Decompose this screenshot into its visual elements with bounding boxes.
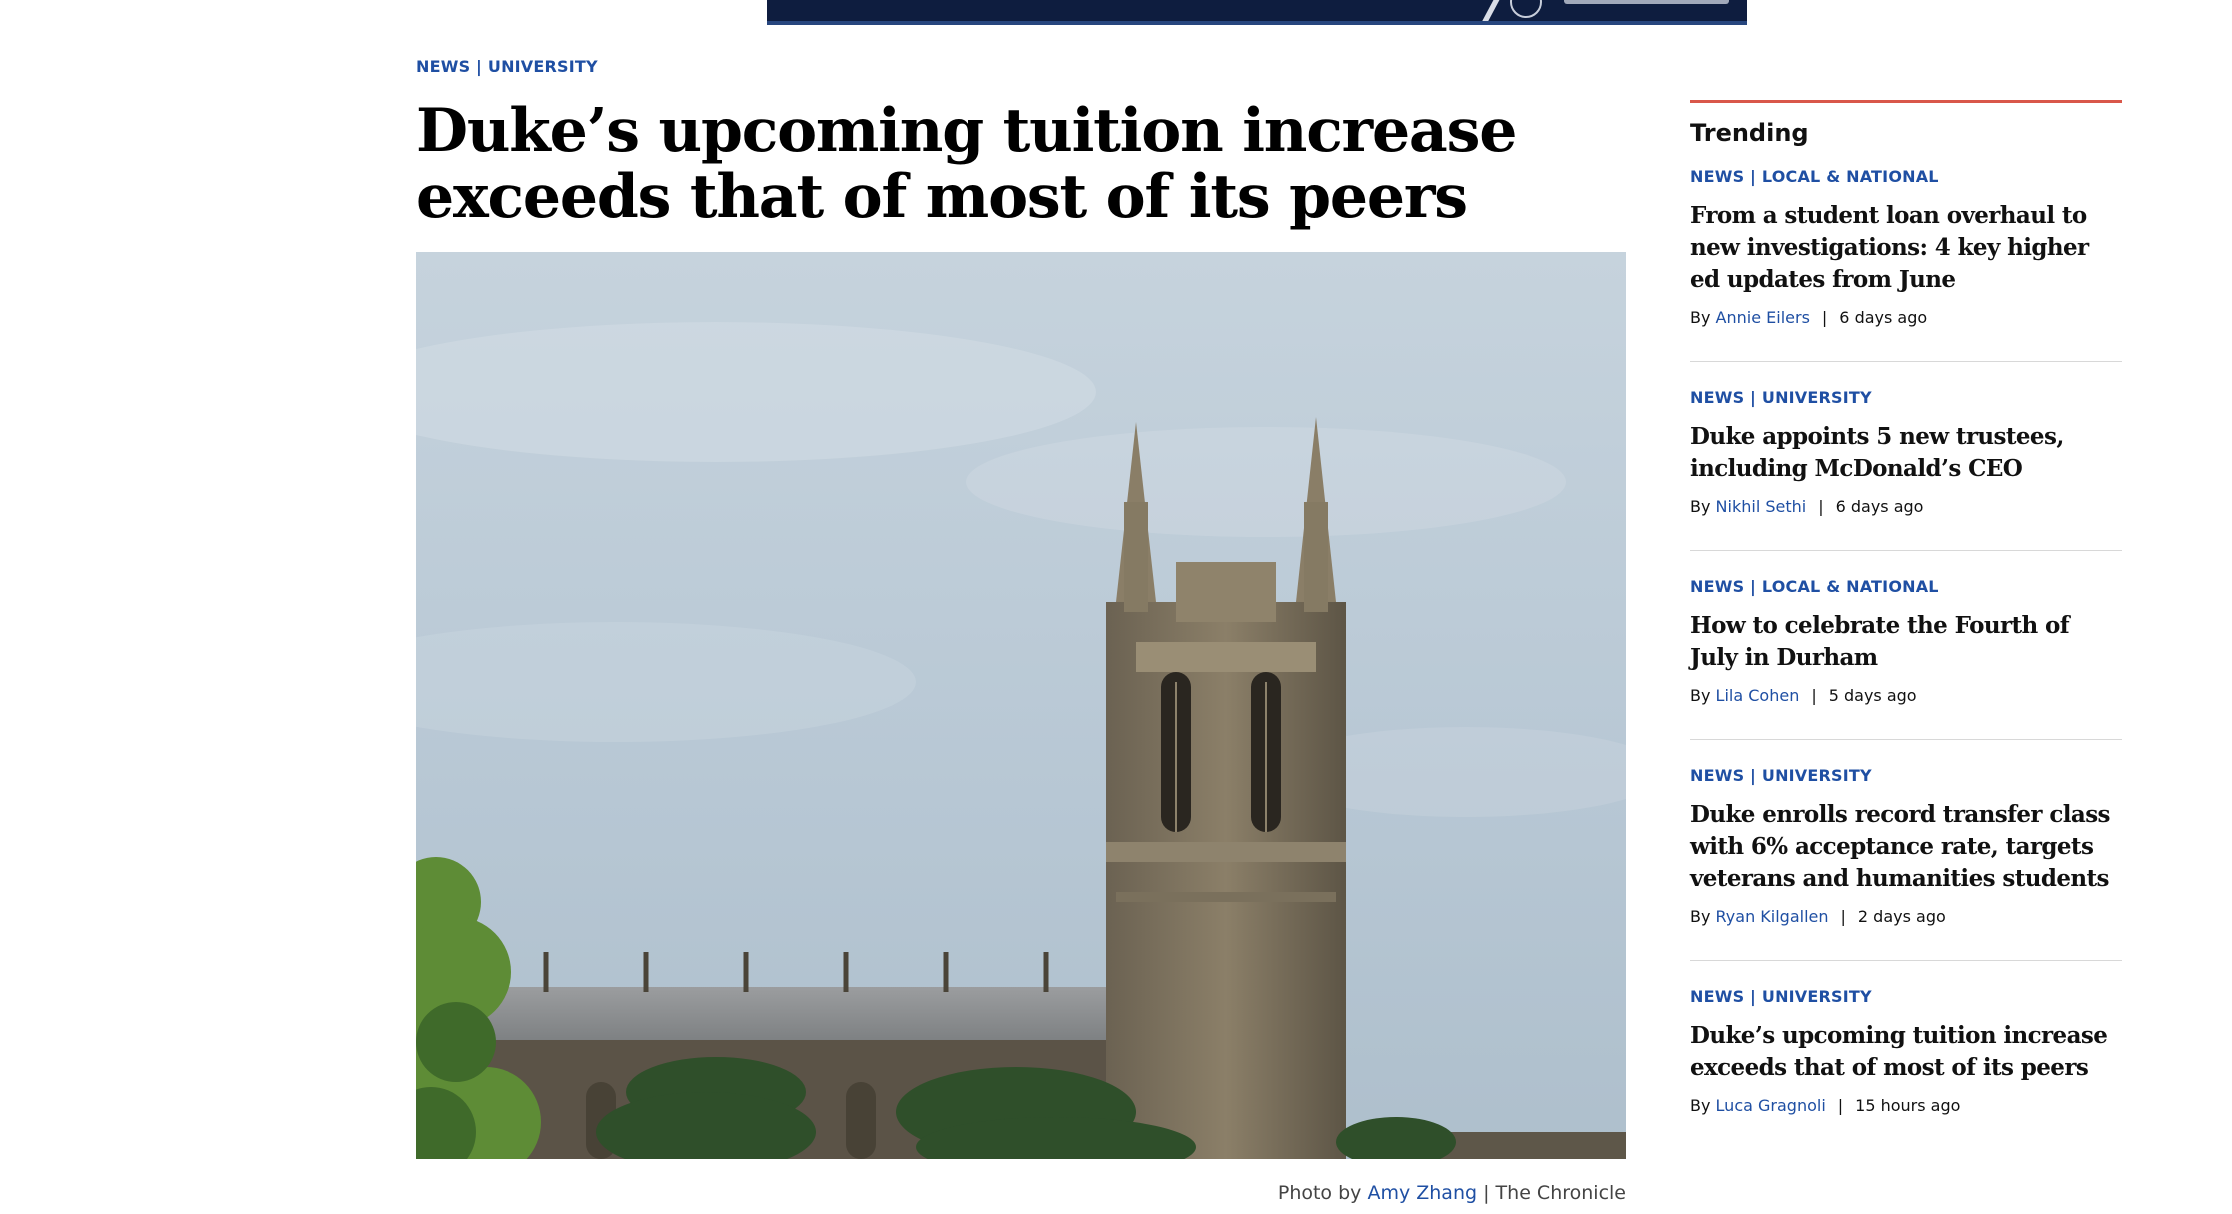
story-category[interactable]: NEWS | UNIVERSITY [1690, 987, 2122, 1006]
story-byline: By Ryan Kilgallen | 2 days ago [1690, 907, 2122, 926]
banner-edge [767, 21, 1747, 25]
byline-separator: | [1811, 686, 1817, 705]
story-time: 15 hours ago [1855, 1096, 1961, 1115]
trending-story: NEWS | LOCAL & NATIONAL How to celebrate… [1690, 551, 2122, 740]
top-ad-banner[interactable] [767, 0, 1747, 25]
story-category[interactable]: NEWS | UNIVERSITY [1690, 388, 2122, 407]
story-headline[interactable]: From a student loan overhaul to new inve… [1690, 200, 2122, 296]
byline-separator: | [1837, 1096, 1844, 1115]
story-category[interactable]: NEWS | UNIVERSITY [1690, 766, 2122, 785]
story-headline[interactable]: Duke enrolls record transfer class with … [1690, 799, 2122, 895]
author-link[interactable]: Nikhil Sethi [1716, 497, 1807, 516]
byline-by: By [1690, 1096, 1711, 1115]
story-time: 5 days ago [1828, 686, 1917, 705]
article-headline: Duke’s upcoming tuition increase exceeds… [416, 96, 1517, 232]
author-link[interactable]: Lila Cohen [1716, 686, 1800, 705]
story-time: 2 days ago [1857, 907, 1946, 926]
photo-caption: Photo by Amy Zhang | The Chronicle [1278, 1182, 1626, 1204]
trending-sidebar: Trending NEWS | LOCAL & NATIONAL From a … [1690, 100, 2122, 1149]
hero-photo [416, 252, 1626, 1159]
story-byline: By Annie Eilers | 6 days ago [1690, 308, 2122, 327]
author-link[interactable]: Luca Gragnoli [1716, 1096, 1826, 1115]
byline-separator: | [1818, 497, 1824, 516]
story-time: 6 days ago [1835, 497, 1924, 516]
photographer-link[interactable]: Amy Zhang [1367, 1182, 1477, 1204]
story-category[interactable]: NEWS | LOCAL & NATIONAL [1690, 167, 2122, 186]
story-byline: By Nikhil Sethi | 6 days ago [1690, 497, 2122, 516]
byline-by: By [1690, 907, 1711, 926]
caption-prefix: Photo by [1277, 1182, 1362, 1204]
byline-by: By [1690, 497, 1711, 516]
story-headline[interactable]: Duke appoints 5 new trustees, including … [1690, 421, 2122, 485]
story-time: 6 days ago [1839, 308, 1928, 327]
author-link[interactable]: Annie Eilers [1716, 308, 1810, 327]
story-headline[interactable]: How to celebrate the Fourth of July in D… [1690, 610, 2122, 674]
trending-story: NEWS | UNIVERSITY Duke enrolls record tr… [1690, 740, 2122, 961]
trending-rule [1690, 100, 2122, 103]
story-byline: By Lila Cohen | 5 days ago [1690, 686, 2122, 705]
caption-outlet: The Chronicle [1495, 1182, 1626, 1204]
story-category[interactable]: NEWS | LOCAL & NATIONAL [1690, 577, 2122, 596]
trending-story: NEWS | UNIVERSITY Duke’s upcoming tuitio… [1690, 961, 2122, 1149]
story-byline: By Luca Gragnoli | 15 hours ago [1690, 1096, 2122, 1115]
article-category[interactable]: NEWS | UNIVERSITY [416, 57, 598, 76]
trending-title: Trending [1690, 119, 1809, 147]
story-headline[interactable]: Duke’s upcoming tuition increase exceeds… [1690, 1020, 2122, 1084]
banner-contact-text [1564, 0, 1729, 4]
byline-by: By [1690, 686, 1711, 705]
byline-separator: | [1821, 308, 1828, 327]
trending-story: NEWS | UNIVERSITY Duke appoints 5 new tr… [1690, 362, 2122, 551]
byline-separator: | [1840, 907, 1846, 926]
trending-story: NEWS | LOCAL & NATIONAL From a student l… [1690, 147, 2122, 362]
author-link[interactable]: Ryan Kilgallen [1716, 907, 1829, 926]
byline-by: By [1690, 308, 1711, 327]
banner-seal-icon [1510, 0, 1542, 18]
caption-separator: | [1483, 1182, 1490, 1204]
